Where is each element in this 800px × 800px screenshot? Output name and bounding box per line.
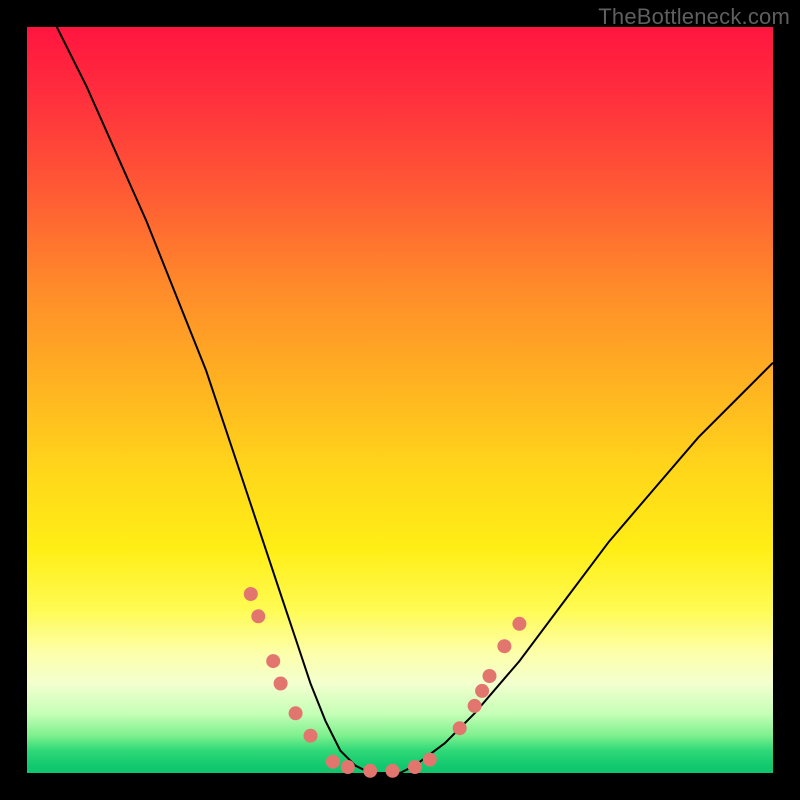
data-point xyxy=(266,654,280,668)
data-point xyxy=(497,639,511,653)
data-point xyxy=(423,753,437,767)
data-point xyxy=(251,609,265,623)
data-point xyxy=(408,760,422,774)
data-point xyxy=(453,721,467,735)
attribution-label: TheBottleneck.com xyxy=(598,4,790,30)
data-point xyxy=(512,617,526,631)
data-point xyxy=(289,706,303,720)
bottleneck-curve xyxy=(57,27,773,773)
data-point xyxy=(304,729,318,743)
data-point xyxy=(244,587,258,601)
data-point xyxy=(326,755,340,769)
data-point xyxy=(274,677,288,691)
data-point xyxy=(475,684,489,698)
data-points xyxy=(244,587,527,778)
data-point xyxy=(363,764,377,778)
chart-overlay xyxy=(27,27,773,773)
data-point xyxy=(468,699,482,713)
data-point xyxy=(386,764,400,778)
data-point xyxy=(341,760,355,774)
data-point xyxy=(483,669,497,683)
chart-frame: TheBottleneck.com xyxy=(0,0,800,800)
